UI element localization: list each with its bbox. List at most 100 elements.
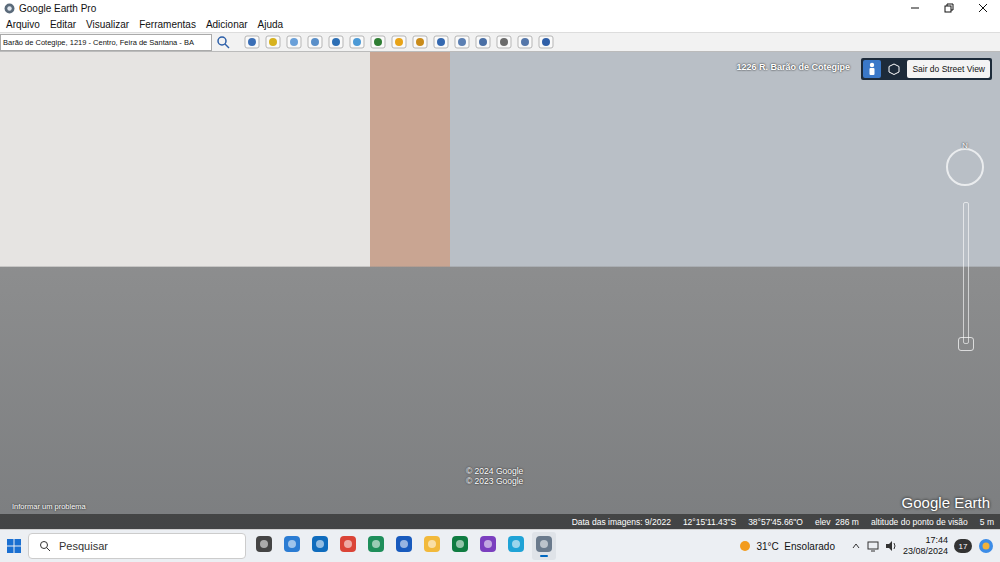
toolbar: Barão de Cotegipe, 1219 - Centro, Feira … [0, 32, 1000, 52]
pegman-button[interactable] [863, 60, 881, 78]
tool-icon[interactable] [412, 35, 428, 49]
tool-icon[interactable] [475, 35, 491, 49]
street-address: 1226 R. Barão de Cotegipe [736, 62, 850, 72]
clock[interactable]: 17:4423/08/2024 [903, 535, 948, 557]
taskbar-app[interactable] [392, 532, 416, 560]
active-indicator [260, 555, 268, 557]
google-earth-icon [535, 535, 553, 553]
taskbar-app[interactable] [252, 532, 276, 560]
tool-icon[interactable] [454, 35, 470, 49]
date: 23/08/2024 [903, 546, 948, 557]
tool-icon[interactable] [433, 35, 449, 49]
taskbar-app[interactable] [504, 532, 528, 560]
elevation: elev 286 m [815, 517, 859, 527]
menu-item[interactable]: Ajuda [258, 19, 284, 30]
person-icon [867, 62, 877, 76]
taskbar-app[interactable] [476, 532, 500, 560]
window-controls [898, 0, 1000, 16]
search-field[interactable]: Barão de Cotegipe, 1219 - Centro, Feira … [0, 34, 212, 51]
active-indicator [540, 555, 548, 557]
weather-text: 31°C Ensolarado [756, 541, 835, 552]
active-indicator [512, 555, 520, 557]
copyright: © 2024 Google© 2023 Google [466, 466, 523, 486]
latitude: 12°15'11.43"S [683, 517, 736, 527]
minimize-icon [910, 3, 920, 13]
taskbar-app[interactable] [448, 532, 472, 560]
taskbar-search[interactable]: Pesquisar [28, 533, 246, 559]
active-indicator [316, 555, 324, 557]
excel-icon [451, 535, 469, 553]
search-icon[interactable] [216, 35, 230, 49]
search-icon [39, 540, 51, 552]
zoom-slider[interactable] [963, 202, 969, 344]
speaker-icon[interactable] [885, 540, 897, 552]
mail-icon [311, 535, 329, 553]
minimize-button[interactable] [898, 0, 932, 16]
task-view-icon [255, 535, 273, 553]
tool-icon[interactable] [517, 35, 533, 49]
copyright-line: © 2023 Google [466, 476, 523, 486]
close-icon [978, 3, 988, 13]
tool-icon[interactable] [286, 35, 302, 49]
active-indicator [344, 555, 352, 557]
menu-bar: Arquivo Editar Visualizar Ferramentas Adicio… [0, 16, 1000, 32]
tool-icons [244, 35, 554, 49]
compass[interactable]: N [946, 148, 984, 186]
taskbar-app[interactable] [336, 532, 360, 560]
tool-icon[interactable] [244, 35, 260, 49]
copilot-icon[interactable] [978, 538, 994, 554]
taskbar-app[interactable] [308, 532, 332, 560]
tool-icon[interactable] [307, 35, 323, 49]
taskbar-app[interactable] [280, 532, 304, 560]
report-problem-link[interactable]: Informar um problema [12, 502, 86, 511]
view-button[interactable] [885, 60, 903, 78]
tool-icon[interactable] [391, 35, 407, 49]
zoom-knob[interactable] [958, 337, 974, 351]
tool-icon[interactable] [370, 35, 386, 49]
google-earth-window: Google Earth Pro Arquivo Editar Visualizar F… [0, 0, 1000, 562]
sun-icon [738, 539, 752, 553]
tool-icon[interactable] [328, 35, 344, 49]
tool-icon[interactable] [265, 35, 281, 49]
store-icon [283, 535, 301, 553]
active-indicator [372, 555, 380, 557]
status-bar: Data das imagens: 9/202212°15'11.43"S38°… [0, 514, 1000, 529]
weather[interactable]: 31°C Ensolarado [738, 539, 835, 553]
compass-north: N [962, 141, 968, 184]
menu-item[interactable]: Editar [50, 19, 76, 30]
menu-item[interactable]: Ferramentas [139, 19, 196, 30]
word-icon [395, 535, 413, 553]
taskbar-app[interactable] [364, 532, 388, 560]
edge-icon [507, 535, 525, 553]
search-value: Barão de Cotegipe, 1219 - Centro, Feira … [3, 38, 194, 47]
eye-altitude-value: 5 m [980, 517, 994, 527]
restore-button[interactable] [932, 0, 966, 16]
taskbar-search-placeholder: Pesquisar [59, 540, 108, 552]
close-button[interactable] [966, 0, 1000, 16]
active-indicator [288, 555, 296, 557]
network-icon[interactable] [867, 540, 879, 552]
taskbar: Pesquisar31°C Ensolarado17:4423/08/20241… [0, 529, 1000, 562]
menu-item[interactable]: Arquivo [6, 19, 40, 30]
app-icon [367, 535, 385, 553]
notification-badge[interactable]: 17 [954, 539, 972, 553]
longitude: 38°57'45.66"O [748, 517, 803, 527]
street-view-photo[interactable]: 1226 R. Barão de Cotegipe Sair do Street … [0, 52, 1000, 529]
taskbar-app[interactable] [532, 532, 556, 560]
restore-icon [944, 3, 954, 13]
taskbar-app[interactable] [420, 532, 444, 560]
chevron-up-icon[interactable] [851, 541, 861, 551]
tool-icon[interactable] [538, 35, 554, 49]
window-title: Google Earth Pro [19, 3, 894, 14]
exit-street-view-button[interactable]: Sair do Street View [907, 60, 990, 78]
copyright-line: © 2024 Google [466, 466, 523, 476]
tool-icon[interactable] [496, 35, 512, 49]
active-indicator [428, 555, 436, 557]
tool-icon[interactable] [349, 35, 365, 49]
menu-item[interactable]: Visualizar [86, 19, 129, 30]
active-indicator [456, 555, 464, 557]
time: 17:44 [925, 535, 948, 546]
windows-start-icon[interactable] [6, 538, 22, 554]
menu-item[interactable]: Adicionar [206, 19, 248, 30]
google-earth-logo: Google Earth [902, 494, 990, 511]
